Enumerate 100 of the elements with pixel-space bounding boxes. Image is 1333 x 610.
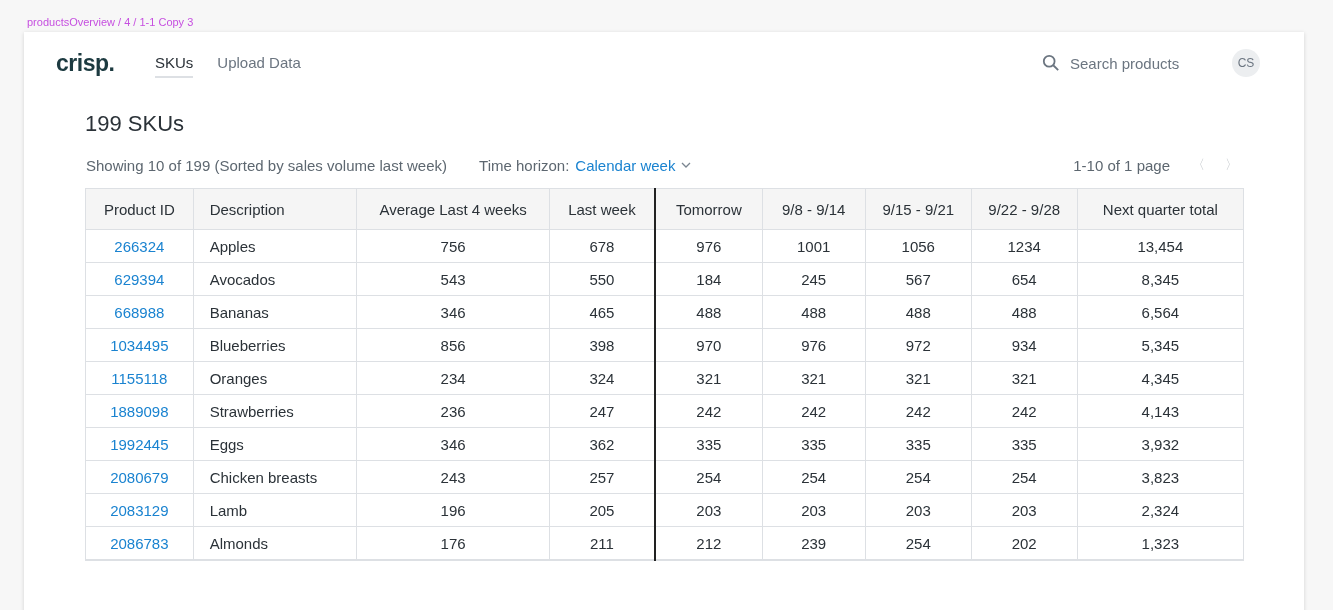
table-cell: 242 [1011,402,1037,420]
table-cell: 1001 [797,237,831,255]
summary-text: Showing 10 of 199 (Sorted by sales volume last week) [86,156,448,174]
table-cell: 243 [440,468,466,486]
logo: crisp. [56,49,116,77]
table-cell: 678 [589,237,615,255]
table-cell: 362 [589,435,615,453]
table-cell: 242 [905,402,931,420]
table-cell: Apples [209,237,256,255]
table-cell: 2,324 [1141,501,1180,519]
table-cell: 203 [696,501,722,519]
column-header: Next quarter total [1077,188,1244,230]
table-cell: 257 [589,468,615,486]
table-cell: 3,823 [1141,468,1180,486]
table-cell: 1234 [1007,237,1041,255]
table-cell: 13,454 [1137,237,1184,255]
table-cell: 234 [440,369,466,387]
table-cell: 346 [440,303,466,321]
table-cell: 176 [440,534,466,552]
table-cell: 212 [696,534,722,552]
table-cell: 254 [1011,468,1037,486]
table-cell: 567 [905,270,931,288]
table-cell: 254 [905,468,931,486]
search-icon [1042,53,1060,73]
table-cell: 654 [1011,270,1037,288]
table-cell: 236 [440,402,466,420]
table-cell: 242 [801,402,827,420]
table-cell: 4,143 [1141,402,1180,420]
table-cell: 203 [1011,501,1037,519]
table-cell: Avocados [209,270,276,288]
table-cell: 1056 [901,237,935,255]
table-cell: 488 [1011,303,1037,321]
table-cell: 488 [801,303,827,321]
table-cell: 756 [440,237,466,255]
table-cell: 488 [696,303,722,321]
table-cell: 488 [905,303,931,321]
time-horizon-label: Time horizon: [479,156,570,174]
table-cell: 254 [905,534,931,552]
table-cell: 3,932 [1141,435,1180,453]
column-header: 9/15 - 9/21 [865,188,972,230]
table-cell: 1,323 [1141,534,1180,552]
table-cell: 254 [696,468,722,486]
table-cell: 202 [1011,534,1037,552]
table-cell: Bananas [209,303,269,321]
table-cell: 4,345 [1141,369,1180,387]
table-cell: 239 [801,534,827,552]
table-cell: 976 [801,336,827,354]
table-cell: Chicken breasts [209,468,318,486]
pagination-text: 1-10 of 1 page [1073,156,1170,174]
table-cell: 242 [696,402,722,420]
table-cell: 976 [696,237,722,255]
frame-label: productsOverview / 4 / 1-1 Copy 3 [26,15,195,30]
table-cell: Eggs [209,435,244,453]
table-cell: Blueberries [209,336,286,354]
column-header: Product ID [85,188,194,230]
table-cell: 465 [589,303,615,321]
page-heading: 199 SKUs [85,110,186,138]
table-cell: 247 [589,402,615,420]
table-cell: 8,345 [1141,270,1180,288]
table-cell: 335 [696,435,722,453]
table-cell: 335 [1011,435,1037,453]
table-cell: 196 [440,501,466,519]
column-header: Description [193,188,357,230]
table-cell: 254 [801,468,827,486]
table-cell: 346 [440,435,466,453]
table-cell: Almonds [209,534,268,552]
column-header: Tomorrow [655,188,763,230]
table-cell: 203 [801,501,827,519]
nav-tab[interactable]: SKUs [155,48,194,78]
table-cell: 6,564 [1141,303,1180,321]
table-cell: 972 [905,336,931,354]
table-cell: 321 [905,369,931,387]
table-cell: 245 [801,270,827,288]
table-cell: 543 [440,270,466,288]
table-cell: 398 [589,336,615,354]
table-cell: 335 [801,435,827,453]
user-avatar[interactable]: CS [1232,49,1260,77]
table-cell: 211 [589,534,614,552]
table-cell: 203 [905,501,931,519]
table-cell: 335 [905,435,931,453]
table-cell: 321 [801,369,827,387]
table-cell: 970 [696,336,722,354]
table-cell: Lamb [209,501,248,519]
time-horizon-dropdown[interactable]: Calendar week [569,156,692,174]
table-cell: 184 [696,270,722,288]
nav-tab[interactable]: Upload Data [217,48,301,78]
table-cell: 934 [1011,336,1037,354]
chevron-down-icon [681,162,692,168]
column-header: Last week [549,188,655,230]
table-cell: Oranges [209,369,268,387]
table-cell: 321 [696,369,722,387]
table-cell: 856 [440,336,466,354]
column-header: 9/8 - 9/14 [762,188,866,230]
table-cell: 5,345 [1141,336,1180,354]
table-cell: 324 [589,369,615,387]
column-header: 9/22 - 9/28 [971,188,1078,230]
table-cell: Strawberries [209,402,294,420]
table-cell: 205 [589,501,615,519]
table-cell: 550 [589,270,615,288]
table-cell: 321 [1011,369,1037,387]
